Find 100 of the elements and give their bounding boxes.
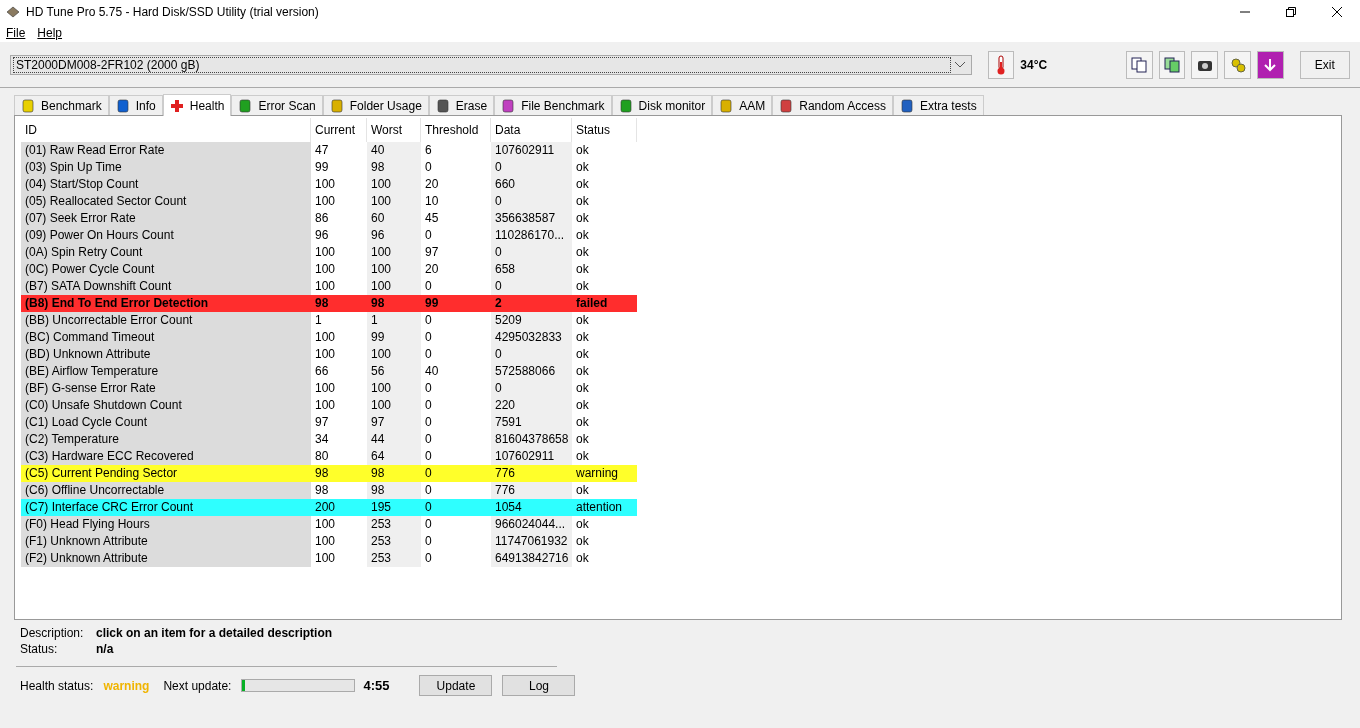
table-cell: 81604378658 xyxy=(491,431,572,448)
footer-button[interactable]: Update xyxy=(419,675,493,696)
field-value: n/a xyxy=(96,642,115,656)
table-cell: 0 xyxy=(491,244,572,261)
tab[interactable]: Folder Usage xyxy=(322,95,429,115)
table-cell: (BB) Uncorrectable Error Count xyxy=(21,312,311,329)
table-cell: (B7) SATA Downshift Count xyxy=(21,278,311,295)
window-title: HD Tune Pro 5.75 - Hard Disk/SSD Utility (trial version) xyxy=(26,5,320,19)
table-cell: (C6) Offline Uncorrectable xyxy=(21,482,311,499)
table-cell: (03) Spin Up Time xyxy=(21,159,311,176)
table-cell: (BD) Unknown Attribute xyxy=(21,346,311,363)
copy-icon[interactable] xyxy=(1158,50,1186,79)
tab-icon xyxy=(21,98,35,113)
table-cell: 220 xyxy=(491,397,572,414)
table-cell: 64913842716 xyxy=(491,550,572,567)
table-cell: 776 xyxy=(491,482,572,499)
close-icon xyxy=(1332,7,1342,17)
footer-button[interactable]: Log xyxy=(502,675,576,696)
table-cell: failed xyxy=(572,295,637,312)
table-cell: 107602911 xyxy=(491,142,572,159)
table-cell: 97 xyxy=(367,414,421,431)
table-cell: warning xyxy=(572,465,637,482)
caret-icon xyxy=(954,61,965,68)
menu-item[interactable]: File xyxy=(6,26,26,40)
table-cell: (BF) G-sense Error Rate xyxy=(21,380,311,397)
tab[interactable]: File Benchmark xyxy=(494,95,612,115)
copy-icon[interactable] xyxy=(1125,50,1153,79)
table-cell: 110286170... xyxy=(491,227,572,244)
table-cell: (04) Start/Stop Count xyxy=(21,176,311,193)
table-cell: 572588066 xyxy=(491,363,572,380)
table-cell: 253 xyxy=(367,516,421,533)
table-cell: (C1) Load Cycle Count xyxy=(21,414,311,431)
tab[interactable]: Health xyxy=(162,94,232,116)
table-cell: 60 xyxy=(367,210,421,227)
tab-icon xyxy=(501,98,516,113)
table-cell: (01) Raw Read Error Rate xyxy=(21,142,311,159)
thermometer-icon[interactable] xyxy=(987,50,1015,79)
table-cell: (BE) Airflow Temperature xyxy=(21,363,311,380)
table-cell: 253 xyxy=(367,550,421,567)
tab-icon xyxy=(115,98,130,113)
tab[interactable]: Error Scan xyxy=(231,95,323,115)
temperature-reading: 34°C xyxy=(1020,57,1049,72)
drive-dropdown[interactable]: ST2000DM008-2FR102 (2000 gB) xyxy=(10,54,972,75)
table-cell: 40 xyxy=(367,142,421,159)
tab[interactable]: Erase xyxy=(428,95,495,115)
table-cell: 98 xyxy=(367,159,421,176)
table-cell: (B8) End To End Error Detection xyxy=(21,295,311,312)
tab[interactable]: AAM xyxy=(712,95,773,115)
download-icon[interactable] xyxy=(1256,50,1284,79)
table-cell: 0 xyxy=(491,278,572,295)
table-cell: (F1) Unknown Attribute xyxy=(21,533,311,550)
table-cell: 253 xyxy=(367,533,421,550)
table-cell: (C0) Unsafe Shutdown Count xyxy=(21,397,311,414)
table-cell: 776 xyxy=(491,465,572,482)
camera-icon[interactable] xyxy=(1191,50,1219,79)
health-status-value: warning xyxy=(103,678,150,693)
table-cell: attention xyxy=(572,499,637,516)
table-cell: 64 xyxy=(367,448,421,465)
table-cell: 56 xyxy=(367,363,421,380)
table-cell: 99 xyxy=(421,295,491,312)
table-cell: 100 xyxy=(367,244,421,261)
tab-icon xyxy=(618,98,633,113)
table-cell: 0 xyxy=(421,465,491,482)
menu-item[interactable]: Help xyxy=(37,26,63,40)
table-cell: (C3) Hardware ECC Recovered xyxy=(21,448,311,465)
tab[interactable]: Disk monitor xyxy=(611,95,713,115)
table-cell: (C2) Temperature xyxy=(21,431,311,448)
table-cell: 44 xyxy=(367,431,421,448)
field-label: Description: xyxy=(20,626,85,640)
tab-icon xyxy=(899,98,914,113)
tab[interactable]: Benchmark xyxy=(14,95,109,115)
countdown: 4:55 xyxy=(363,678,390,693)
tab-icon xyxy=(779,98,794,113)
health-status-label: Health status: xyxy=(20,678,94,693)
table-cell: (F0) Head Flying Hours xyxy=(21,516,311,533)
table-cell: 99 xyxy=(367,329,421,346)
table-cell: 0 xyxy=(491,380,572,397)
table-cell: 98 xyxy=(311,465,367,482)
tab-icon xyxy=(719,98,734,113)
tab[interactable]: Extra tests xyxy=(892,95,984,115)
table-cell: (05) Reallocated Sector Count xyxy=(21,193,311,210)
table-cell: 0 xyxy=(491,346,572,363)
table-cell: (F2) Unknown Attribute xyxy=(21,550,311,567)
table-cell: (0A) Spin Retry Count xyxy=(21,244,311,261)
table-cell: 98 xyxy=(367,465,421,482)
tab[interactable]: Random Access xyxy=(772,95,893,115)
table-cell: (09) Power On Hours Count xyxy=(21,227,311,244)
tab[interactable]: Info xyxy=(108,95,163,115)
table-cell: 195 xyxy=(367,499,421,516)
table-cell: (C7) Interface CRC Error Count xyxy=(21,499,311,516)
tab-icon xyxy=(169,98,184,113)
table-cell: 4295032833 xyxy=(491,329,572,346)
table-cell: 100 xyxy=(367,380,421,397)
table-cell: 96 xyxy=(367,227,421,244)
table-cell: (0C) Power Cycle Count xyxy=(21,261,311,278)
table-cell: 100 xyxy=(367,261,421,278)
exit-button[interactable]: Exit xyxy=(1299,50,1350,79)
table-cell: 11747061932 xyxy=(491,533,572,550)
table-cell: 0 xyxy=(491,159,572,176)
table-cell: 107602911 xyxy=(491,448,572,465)
